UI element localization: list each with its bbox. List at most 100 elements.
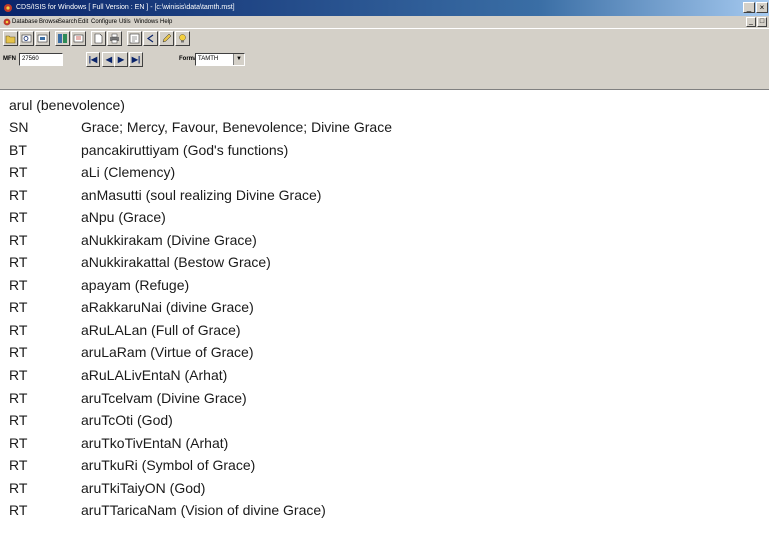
dictionary-icon — [58, 34, 67, 43]
record-heading: arul (benevolence) — [9, 97, 125, 113]
entry-code: RT — [9, 434, 28, 451]
menu-configure[interactable]: Configure — [91, 16, 117, 28]
first-record-button[interactable]: |◀ — [86, 52, 100, 67]
search-button[interactable] — [19, 31, 34, 46]
thesaurus-button[interactable] — [71, 31, 86, 46]
entry-term: aNpu (Grace) — [81, 209, 166, 226]
last-record-button[interactable]: ▶| — [129, 52, 143, 67]
record-entry: RT aruTcelvam (Divine Grace) — [9, 389, 749, 412]
format-select[interactable]: TAMTH ▼ — [195, 53, 245, 66]
entry-term: aLi (Clemency) — [81, 164, 176, 181]
menu-search[interactable]: Search — [58, 16, 77, 28]
entry-code: RT — [9, 276, 28, 293]
close-button[interactable]: × — [756, 2, 768, 13]
lightbulb-icon — [179, 34, 186, 43]
entry-term: aruTcOti (God) — [81, 412, 173, 429]
entry-term: aruTkuRi (Symbol of Grace) — [81, 457, 256, 474]
entry-term: aruTkiTaiyON (God) — [81, 479, 206, 496]
entry-code: RT — [9, 231, 28, 248]
first-record-icon: |◀ — [88, 55, 98, 64]
pencil-icon — [162, 33, 172, 43]
record-entry: RT aruTTaricaNam (Vision of divine Grace) — [9, 501, 749, 524]
previous-view-button[interactable] — [143, 31, 158, 46]
main-toolbar — [0, 28, 769, 48]
minimize-button[interactable]: _ — [743, 2, 755, 13]
record-entry: RT aNpu (Grace) — [9, 208, 749, 231]
entry-code: RT — [9, 186, 28, 203]
record-entry: RT aruLaRam (Virtue of Grace) — [9, 343, 749, 366]
entry-term: aruTkoTivEntaN (Arhat) — [81, 434, 229, 451]
next-record-icon: ▶ — [117, 55, 125, 64]
title-bar: CDS/ISIS for Windows [ Full Version : EN… — [0, 0, 769, 16]
entry-code: SN — [9, 119, 29, 135]
record-entry: BT pancakiruttiyam (God's functions) — [9, 141, 749, 164]
format-value: TAMTH — [198, 56, 219, 62]
dropdown-arrow-icon[interactable]: ▼ — [233, 54, 244, 65]
mfn-label: MFN — [3, 56, 16, 62]
entry-term: aNukkirakam (Divine Grace) — [81, 231, 257, 248]
search-icon — [21, 34, 32, 43]
open-database-button[interactable] — [3, 31, 18, 46]
last-record-icon: ▶| — [131, 55, 141, 64]
entry-term: apayam (Refuge) — [81, 276, 190, 293]
app-icon — [4, 4, 12, 12]
menu-database[interactable]: Database — [12, 16, 38, 28]
menu-utils[interactable]: Utils — [119, 16, 131, 28]
help-button[interactable] — [175, 31, 190, 46]
menu-bar: Database Browse Search Edit Configure Ut… — [0, 16, 769, 28]
entry-term: anMasutti (soul realizing Divine Grace) — [81, 186, 322, 203]
document-icon[interactable] — [3, 18, 11, 26]
print-button[interactable] — [107, 31, 122, 46]
entry-code: RT — [9, 389, 28, 406]
record-entry: RT apayam (Refuge) — [9, 276, 749, 299]
entry-term: aRakkaruNai (divine Grace) — [81, 299, 254, 316]
record-entry: RT aRuLALivEntaN (Arhat) — [9, 366, 749, 389]
entry-code: RT — [9, 209, 28, 226]
browse-button[interactable] — [35, 31, 50, 46]
entry-term: aRuLALivEntaN (Arhat) — [81, 367, 228, 384]
thesaurus-icon — [73, 34, 84, 43]
menu-edit[interactable]: Edit — [78, 16, 88, 28]
record-entry: RT aNukkirakam (Divine Grace) — [9, 231, 749, 254]
browse-icon — [37, 34, 48, 43]
entry-code: RT — [9, 321, 28, 338]
record-entry: SN Grace; Mercy, Favour, Benevolence; Div… — [9, 118, 749, 141]
form-icon — [129, 33, 140, 44]
entry-term: aruLaRam (Virtue of Grace) — [81, 344, 254, 361]
edit-record-button[interactable] — [127, 31, 142, 46]
entry-term: aruTcelvam (Divine Grace) — [81, 389, 247, 406]
entry-code: RT — [9, 479, 28, 496]
record-entry: RT aLi (Clemency) — [9, 163, 749, 186]
record-display: arul (benevolence) SN Grace; Mercy, Favou… — [9, 96, 749, 524]
mdi-minimize-button[interactable]: _ — [746, 17, 756, 27]
entry-term: aruTTaricaNam (Vision of divine Grace) — [81, 502, 326, 519]
entry-code: RT — [9, 502, 28, 519]
entry-code: RT — [9, 412, 28, 429]
entry-term: aRuLALan (Full of Grace) — [81, 321, 241, 338]
mfn-input[interactable]: 27560 — [19, 53, 63, 66]
menu-browse[interactable]: Browse — [39, 16, 59, 28]
entry-code: RT — [9, 457, 28, 474]
menu-help[interactable]: Help — [160, 16, 172, 28]
entry-term: Grace; Mercy, Favour, Benevolence; Divin… — [81, 119, 392, 135]
next-record-button[interactable]: ▶ — [114, 52, 128, 67]
dictionary-button[interactable] — [55, 31, 70, 46]
record-entry: RT aRuLALan (Full of Grace) — [9, 321, 749, 344]
mdi-restore-button[interactable]: □ — [757, 17, 767, 27]
record-entry: RT aruTkiTaiyON (God) — [9, 479, 749, 502]
edit-pen-button[interactable] — [159, 31, 174, 46]
entry-code: RT — [9, 367, 28, 384]
page-icon — [94, 33, 103, 44]
record-entry: RT aNukkirakattal (Bestow Grace) — [9, 253, 749, 276]
printer-icon — [110, 33, 119, 44]
entry-code: RT — [9, 164, 28, 181]
document-button[interactable] — [91, 31, 106, 46]
navigation-toolbar: MFN 27560 |◀ ◀ ▶ ▶| Format TAMTH ▼ — [0, 48, 769, 90]
entry-code: RT — [9, 344, 28, 361]
open-folder-icon — [5, 35, 16, 44]
menu-windows[interactable]: Windows — [134, 16, 158, 28]
record-entry: RT aruTkoTivEntaN (Arhat) — [9, 434, 749, 457]
entry-term: pancakiruttiyam (God's functions) — [81, 141, 289, 158]
back-arrow-icon — [146, 34, 154, 43]
entry-code: BT — [9, 141, 27, 158]
